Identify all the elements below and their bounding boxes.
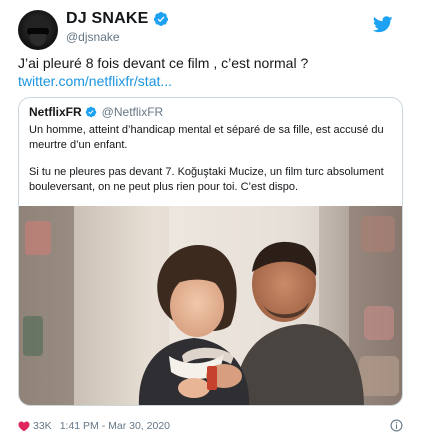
like-count[interactable]: 33K xyxy=(33,420,52,432)
avatar[interactable] xyxy=(18,10,58,50)
info-icon[interactable] xyxy=(390,419,403,432)
quoted-tweet-header: NetflixFR @NetflixFR xyxy=(29,105,163,119)
quoted-display-name[interactable]: NetflixFR xyxy=(29,105,82,119)
author-display-name[interactable]: DJ SNAKE xyxy=(66,10,149,28)
verified-badge-icon xyxy=(85,106,96,118)
verified-badge-icon xyxy=(153,12,168,26)
embedded-tweet: DJ SNAKE @djsnake J’ai pleuré 8 fois dev… xyxy=(0,0,421,444)
heart-icon[interactable] xyxy=(18,420,30,432)
tweet-footer: 33K 1:41 PM - Mar 30, 2020 xyxy=(18,420,170,432)
quoted-media-image[interactable] xyxy=(19,206,403,406)
twitter-bird-icon[interactable] xyxy=(373,16,393,33)
author-handle[interactable]: @djsnake xyxy=(66,30,120,44)
tweet-text: J’ai pleuré 8 fois devant ce film , c’es… xyxy=(18,55,309,71)
quoted-text-paragraph-1: Un homme, atteint d’handicap mental et s… xyxy=(29,124,384,151)
avatar-face-shape xyxy=(30,34,46,46)
tweet-link[interactable]: twitter.com/netflixfr/stat... xyxy=(18,72,172,90)
author-name-row[interactable]: DJ SNAKE xyxy=(66,10,169,28)
tweet-timestamp[interactable]: 1:41 PM - Mar 30, 2020 xyxy=(60,420,170,432)
quoted-text-paragraph-2: Si tu ne pleures pas devant 7. Koğuştaki… xyxy=(29,166,384,193)
quoted-tweet-card[interactable]: NetflixFR @NetflixFR Un homme, atteint d… xyxy=(18,97,403,406)
quoted-handle[interactable]: @NetflixFR xyxy=(102,105,164,119)
